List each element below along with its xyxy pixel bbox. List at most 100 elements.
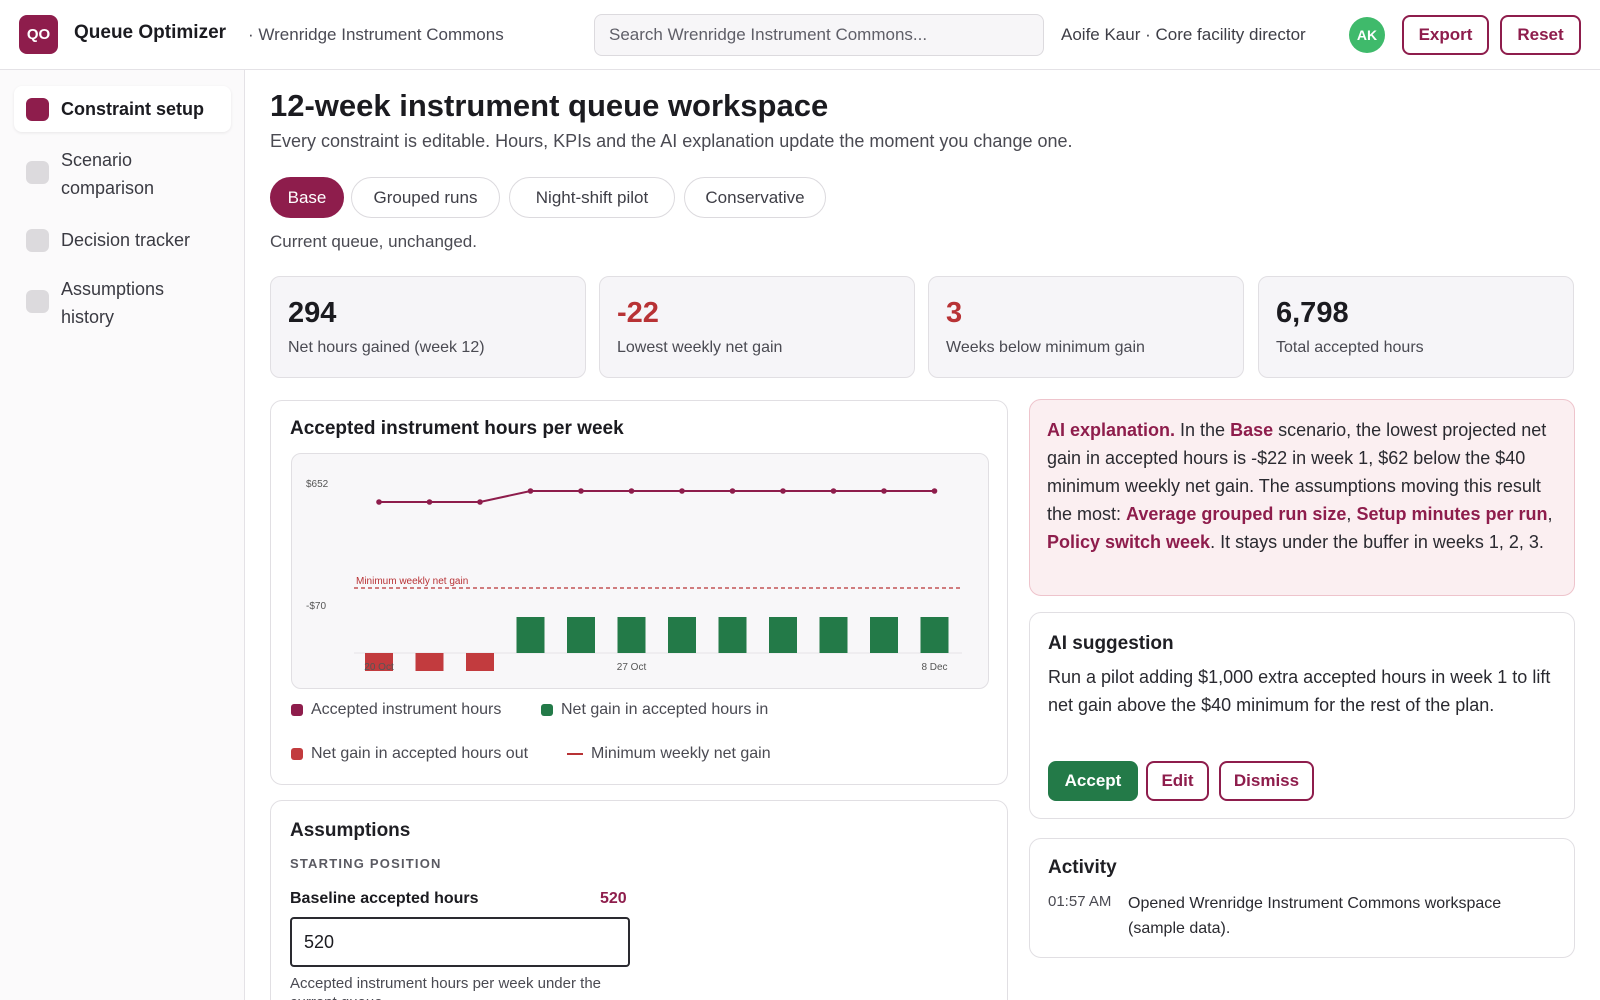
accepted-hours-point <box>780 488 786 494</box>
ai-explanation-text: , <box>1547 504 1553 524</box>
chart-area: $652 -$70 Minimum weekly net gain 20 Oct 27 … <box>291 453 989 689</box>
top-bar: QO Queue Optimizer · Wrenridge Instrumen… <box>0 0 1600 70</box>
accepted-hours-point <box>426 499 433 505</box>
page-title: 12-week instrument queue workspace <box>270 88 829 123</box>
accepted-hours-point <box>679 488 685 494</box>
ai-explanation-lead: AI explanation. <box>1047 420 1176 440</box>
assumption-link[interactable]: Average grouped run size <box>1126 504 1346 524</box>
legend-label: Net gain in accepted hours out <box>311 745 529 762</box>
kpi-card: 6,798 Total accepted hours <box>1258 276 1574 378</box>
sidebar-item-label: Decision tracker <box>61 230 191 250</box>
ai-suggestion-title: AI suggestion <box>1048 633 1174 654</box>
y-tick-label: -$70 <box>306 601 326 612</box>
sidebar-item-scenario-comparison[interactable]: Scenario comparison <box>14 146 231 206</box>
scenario-tab-night-shift-pilot[interactable]: Night-shift pilot <box>509 177 675 218</box>
kpi-card: 3 Weeks below minimum gain <box>928 276 1244 378</box>
kpi-label: Net hours gained (week 12) <box>288 339 485 356</box>
baseline-hours-input[interactable] <box>290 917 630 967</box>
accepted-hours-point <box>628 488 635 494</box>
nav-marker-icon <box>26 161 49 184</box>
export-button[interactable]: Export <box>1402 15 1489 55</box>
accepted-hours-point <box>830 488 837 494</box>
accepted-hours-point <box>578 488 584 494</box>
activity-title: Activity <box>1048 857 1117 878</box>
chart-card: Accepted instrument hours per week $652 -… <box>270 400 1008 785</box>
accepted-hours-point <box>477 499 483 505</box>
nav-marker-icon <box>26 97 49 121</box>
bar-net-gain-in <box>668 617 696 653</box>
kpi-card: 294 Net hours gained (week 12) <box>270 276 586 378</box>
user-name-role: Aoife Kaur · Core facility director <box>1061 25 1306 44</box>
bar-net-gain-in <box>870 617 898 653</box>
dismiss-button[interactable]: Dismiss <box>1219 761 1314 801</box>
x-tick-label: 27 Oct <box>617 662 647 673</box>
accepted-hours-line <box>379 490 935 503</box>
kpi-label: Weeks below minimum gain <box>946 339 1145 356</box>
reset-button[interactable]: Reset <box>1500 15 1581 55</box>
assumptions-section-heading: STARTING POSITION <box>290 856 442 871</box>
scenario-description: Current queue, unchanged. <box>270 232 477 251</box>
ai-explanation-card: AI explanation. In the Base scenario, th… <box>1029 399 1575 596</box>
bar-net-gain-in <box>769 617 797 653</box>
sidebar-item-assumptions-history[interactable]: Assumptions history <box>14 275 231 335</box>
bar-net-gain-in <box>516 617 545 653</box>
kpi-value: 6,798 <box>1276 297 1349 329</box>
sidebar-item-label: Scenario comparison <box>61 150 155 198</box>
nav-marker-icon <box>26 228 49 252</box>
ai-explanation-text: In the <box>1175 420 1231 440</box>
sidebar-item-label: Assumptions history <box>61 279 165 327</box>
chart-title: Accepted instrument hours per week <box>290 418 624 439</box>
workspace-name: · Wrenridge Instrument Commons <box>248 25 504 44</box>
accepted-hours-point <box>376 499 382 505</box>
legend-label: Accepted instrument hours <box>311 701 502 718</box>
assumptions-card: Assumptions STARTING POSITION Baseline a… <box>270 800 1008 1000</box>
legend-line-swatch <box>567 753 583 755</box>
ai-explanation-text: , <box>1346 504 1357 524</box>
accepted-hours-point <box>729 488 736 494</box>
bar-net-gain-out <box>415 653 444 671</box>
activity-card: Activity 01:57 AM Opened Wrenridge Instr… <box>1029 838 1575 958</box>
edit-button[interactable]: Edit <box>1146 761 1209 801</box>
y-tick-label: $652 <box>306 479 329 490</box>
assumptions-title: Assumptions <box>290 820 411 841</box>
x-tick-label: 20 Oct <box>364 662 394 673</box>
legend-label: Net gain in accepted hours in <box>561 701 769 718</box>
activity-text: Opened Wrenridge Instrument Commons work… <box>1128 895 1502 937</box>
reference-line-label: Minimum weekly net gain <box>356 576 468 587</box>
legend-item: Net gain in accepted hours in <box>541 701 768 719</box>
kpi-value: -22 <box>617 297 659 329</box>
sidebar-item-label: Constraint setup <box>61 99 205 119</box>
scenario-tab-base[interactable]: Base <box>270 177 344 218</box>
sidebar-item-decision-tracker[interactable]: Decision tracker <box>14 224 231 256</box>
ai-scenario-name: Base <box>1230 420 1274 440</box>
x-tick-label: 8 Dec <box>921 662 947 673</box>
legend-label: Minimum weekly net gain <box>591 745 771 762</box>
kpi-card: -22 Lowest weekly net gain <box>599 276 915 378</box>
bar-net-gain-out <box>466 653 494 671</box>
app-logo[interactable]: QO <box>19 15 58 54</box>
scenario-tab-grouped-runs[interactable]: Grouped runs <box>351 177 500 218</box>
app-name: Queue Optimizer <box>74 22 227 43</box>
accepted-hours-point <box>931 488 938 494</box>
kpi-value: 294 <box>288 297 337 329</box>
search-input[interactable] <box>594 14 1044 56</box>
scenario-tab-conservative[interactable]: Conservative <box>684 177 826 218</box>
sidebar: Constraint setup Scenario comparison Dec… <box>0 70 245 1000</box>
bar-net-gain-in <box>617 617 646 653</box>
sidebar-item-constraint-setup[interactable]: Constraint setup <box>14 86 231 132</box>
legend-item: Minimum weekly net gain <box>567 745 771 763</box>
assumption-link[interactable]: Setup minutes per run <box>1356 504 1547 524</box>
assumption-link[interactable]: Policy switch week <box>1047 532 1210 552</box>
accept-button[interactable]: Accept <box>1048 761 1138 801</box>
kpi-label: Lowest weekly net gain <box>617 339 783 356</box>
accepted-hours-point <box>881 488 887 494</box>
ai-explanation-text: . It stays under the buffer in weeks 1, … <box>1210 532 1544 552</box>
avatar[interactable]: AK <box>1349 17 1385 53</box>
legend-item: Accepted instrument hours <box>291 701 501 719</box>
nav-marker-icon <box>26 290 49 313</box>
legend-swatch <box>291 704 303 716</box>
legend-swatch <box>291 748 303 760</box>
kpi-label: Total accepted hours <box>1276 339 1424 356</box>
bar-net-gain-in <box>567 617 595 653</box>
field-help-text: Accepted instrument hours per week under… <box>290 975 602 1000</box>
